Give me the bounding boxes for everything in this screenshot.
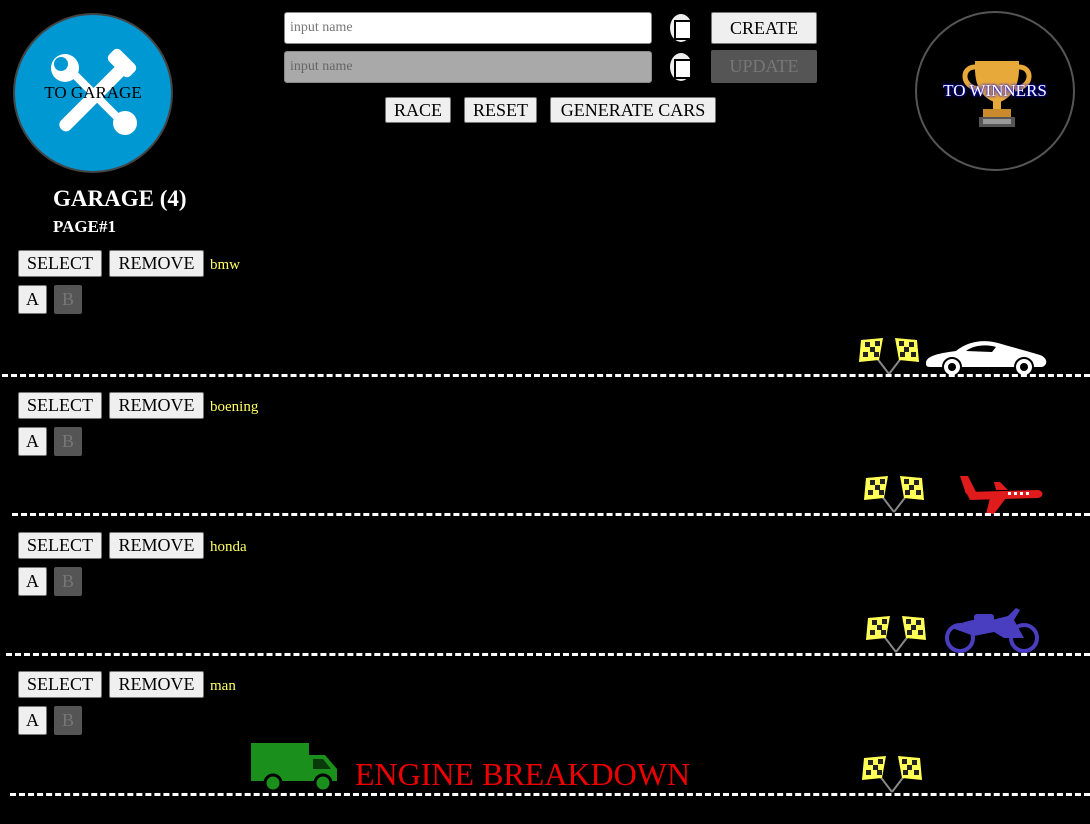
stop-engine-button[interactable]: B	[54, 285, 82, 314]
airplane-icon	[960, 476, 1043, 514]
finish-flags-icon	[859, 338, 919, 375]
finish-flags-icon	[862, 756, 922, 793]
road-line	[12, 513, 1090, 516]
remove-car-button[interactable]: REMOVE	[109, 392, 204, 419]
finish-flags-icon	[864, 476, 924, 513]
page-number: PAGE#1	[53, 217, 116, 236]
car-name: bmw	[210, 257, 240, 273]
create-color-picker[interactable]	[668, 12, 694, 44]
engine-breakdown-status: ENGINE BREAKDOWN	[355, 756, 691, 792]
select-car-button[interactable]: SELECT	[18, 671, 102, 698]
road-line	[2, 374, 1090, 377]
select-car-button[interactable]: SELECT	[18, 392, 102, 419]
to-garage-label: TO GARAGE	[44, 83, 142, 102]
generate-cars-button[interactable]: GENERATE CARS	[550, 97, 716, 123]
car-name: man	[210, 678, 236, 694]
stop-engine-button[interactable]: B	[54, 706, 82, 735]
car-name: honda	[210, 539, 247, 555]
remove-car-button[interactable]: REMOVE	[109, 250, 204, 277]
reset-button[interactable]: RESET	[464, 97, 537, 123]
car-track: SELECT REMOVE boening A B	[0, 392, 1090, 532]
sports-car-icon	[926, 341, 1047, 377]
stop-engine-button[interactable]: B	[54, 567, 82, 596]
truck-icon	[251, 743, 337, 793]
race-button[interactable]: RACE	[385, 97, 451, 123]
car-track: SELECT REMOVE man A B ENGINE BREAKDOWN	[0, 671, 1090, 811]
stop-engine-button[interactable]: B	[54, 427, 82, 456]
car-track: SELECT REMOVE honda A B	[0, 532, 1090, 672]
road-line	[10, 793, 1090, 796]
create-name-input[interactable]	[284, 12, 652, 44]
start-engine-button[interactable]: A	[18, 567, 47, 596]
select-car-button[interactable]: SELECT	[18, 250, 102, 277]
finish-flags-icon	[866, 616, 926, 653]
update-name-input[interactable]	[284, 51, 652, 83]
to-garage-button[interactable]: TO GARAGE	[13, 13, 173, 173]
to-winners-label: TO WINNERS	[943, 81, 1047, 100]
create-button[interactable]: CREATE	[711, 12, 817, 44]
start-engine-button[interactable]: A	[18, 427, 47, 456]
to-winners-button[interactable]: TO WINNERS	[915, 11, 1075, 171]
garage-title: GARAGE (4)	[53, 186, 187, 211]
update-color-picker[interactable]	[668, 51, 694, 83]
start-engine-button[interactable]: A	[18, 706, 47, 735]
road-line	[6, 653, 1090, 656]
start-engine-button[interactable]: A	[18, 285, 47, 314]
car-track: SELECT REMOVE bmw A B	[0, 250, 1090, 390]
car-name: boening	[210, 399, 259, 415]
remove-car-button[interactable]: REMOVE	[109, 532, 204, 559]
update-button[interactable]: UPDATE	[711, 50, 817, 83]
remove-car-button[interactable]: REMOVE	[109, 671, 204, 698]
motorcycle-icon	[945, 608, 1039, 653]
select-car-button[interactable]: SELECT	[18, 532, 102, 559]
